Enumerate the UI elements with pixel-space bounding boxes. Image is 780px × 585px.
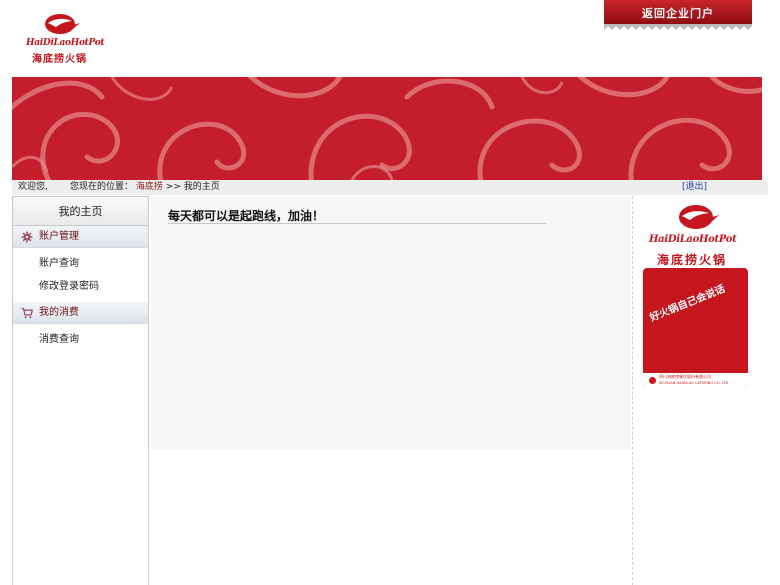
- sidebar: 我的主页 账户管理 账户查询 修改登录密码 我的消费 消费查询: [12, 196, 149, 585]
- logout-link[interactable]: [退出]: [682, 180, 707, 195]
- location-prefix: 您现在的位置：: [70, 182, 134, 192]
- sidebar-group-account[interactable]: 账户管理: [13, 226, 148, 248]
- breadcrumb-separator: >>: [165, 182, 181, 192]
- sidebar-item-change-password[interactable]: 修改登录密码: [13, 275, 148, 298]
- sidebar-group-account-label: 账户管理: [39, 231, 79, 242]
- breadcrumb: 欢迎您, 您现在的位置： 海底捞 >> 我的主页 [退出]: [12, 180, 768, 195]
- company-logo-icon: [649, 377, 656, 384]
- motivational-message: 每天都可以是起跑线，加油！: [168, 207, 546, 224]
- main-content: 每天都可以是起跑线，加油！: [151, 196, 631, 449]
- ad-column: HaiDiLaoHotPot 海底捞火锅 好火锅自己会说话 四川海底捞餐饮股份有…: [632, 196, 768, 585]
- logo-text-en: HaiDiLaoHotPot: [26, 38, 105, 48]
- sidebar-group-consumption[interactable]: 我的消费: [13, 302, 148, 324]
- ad-company-en: SICHUAN HAIDILAO CATERING CO.,LTD: [659, 381, 729, 385]
- cart-icon: [21, 307, 33, 319]
- gear-icon: [21, 231, 33, 243]
- swirl-pattern-icon: [12, 77, 762, 180]
- location-path: 您现在的位置： 海底捞 >> 我的主页: [70, 180, 220, 195]
- ad-logo-text-cn: 海底捞火锅: [657, 253, 728, 267]
- ad-banner[interactable]: 好火锅自己会说话 四川海底捞餐饮股份有限公司 SICHUAN HAIDILAO …: [643, 268, 748, 388]
- sidebar-title[interactable]: 我的主页: [13, 197, 148, 226]
- sidebar-group-consumption-label: 我的消费: [39, 307, 79, 318]
- ad-company-cn: 四川海底捞餐饮股份有限公司: [659, 374, 711, 379]
- ad-logo: HaiDiLaoHotPot 海底捞火锅: [649, 202, 749, 268]
- breadcrumb-current: 我的主页: [183, 182, 220, 192]
- ad-logo-text-en: HaiDiLaoHotPot: [649, 234, 737, 245]
- ad-slogan: 好火锅自己会说话: [648, 283, 727, 324]
- sidebar-item-consumption-query[interactable]: 消费查询: [13, 328, 148, 351]
- welcome-text: 欢迎您,: [18, 182, 48, 192]
- breadcrumb-root-link[interactable]: 海底捞: [136, 182, 163, 192]
- ad-company-footer: 四川海底捞餐饮股份有限公司 SICHUAN HAIDILAO CATERING …: [643, 373, 748, 388]
- sidebar-item-account-query[interactable]: 账户查询: [13, 252, 148, 275]
- return-portal-button[interactable]: 返回企业门户: [604, 0, 752, 34]
- return-portal-label: 返回企业门户: [642, 7, 714, 20]
- haidilao-logo[interactable]: HaiDiLaoHotPot 海底捞火锅: [22, 12, 108, 65]
- logo-text-cn: 海底捞火锅: [32, 54, 87, 65]
- ad-logo-emblem-icon: [679, 205, 719, 229]
- swirl-banner: [12, 77, 762, 180]
